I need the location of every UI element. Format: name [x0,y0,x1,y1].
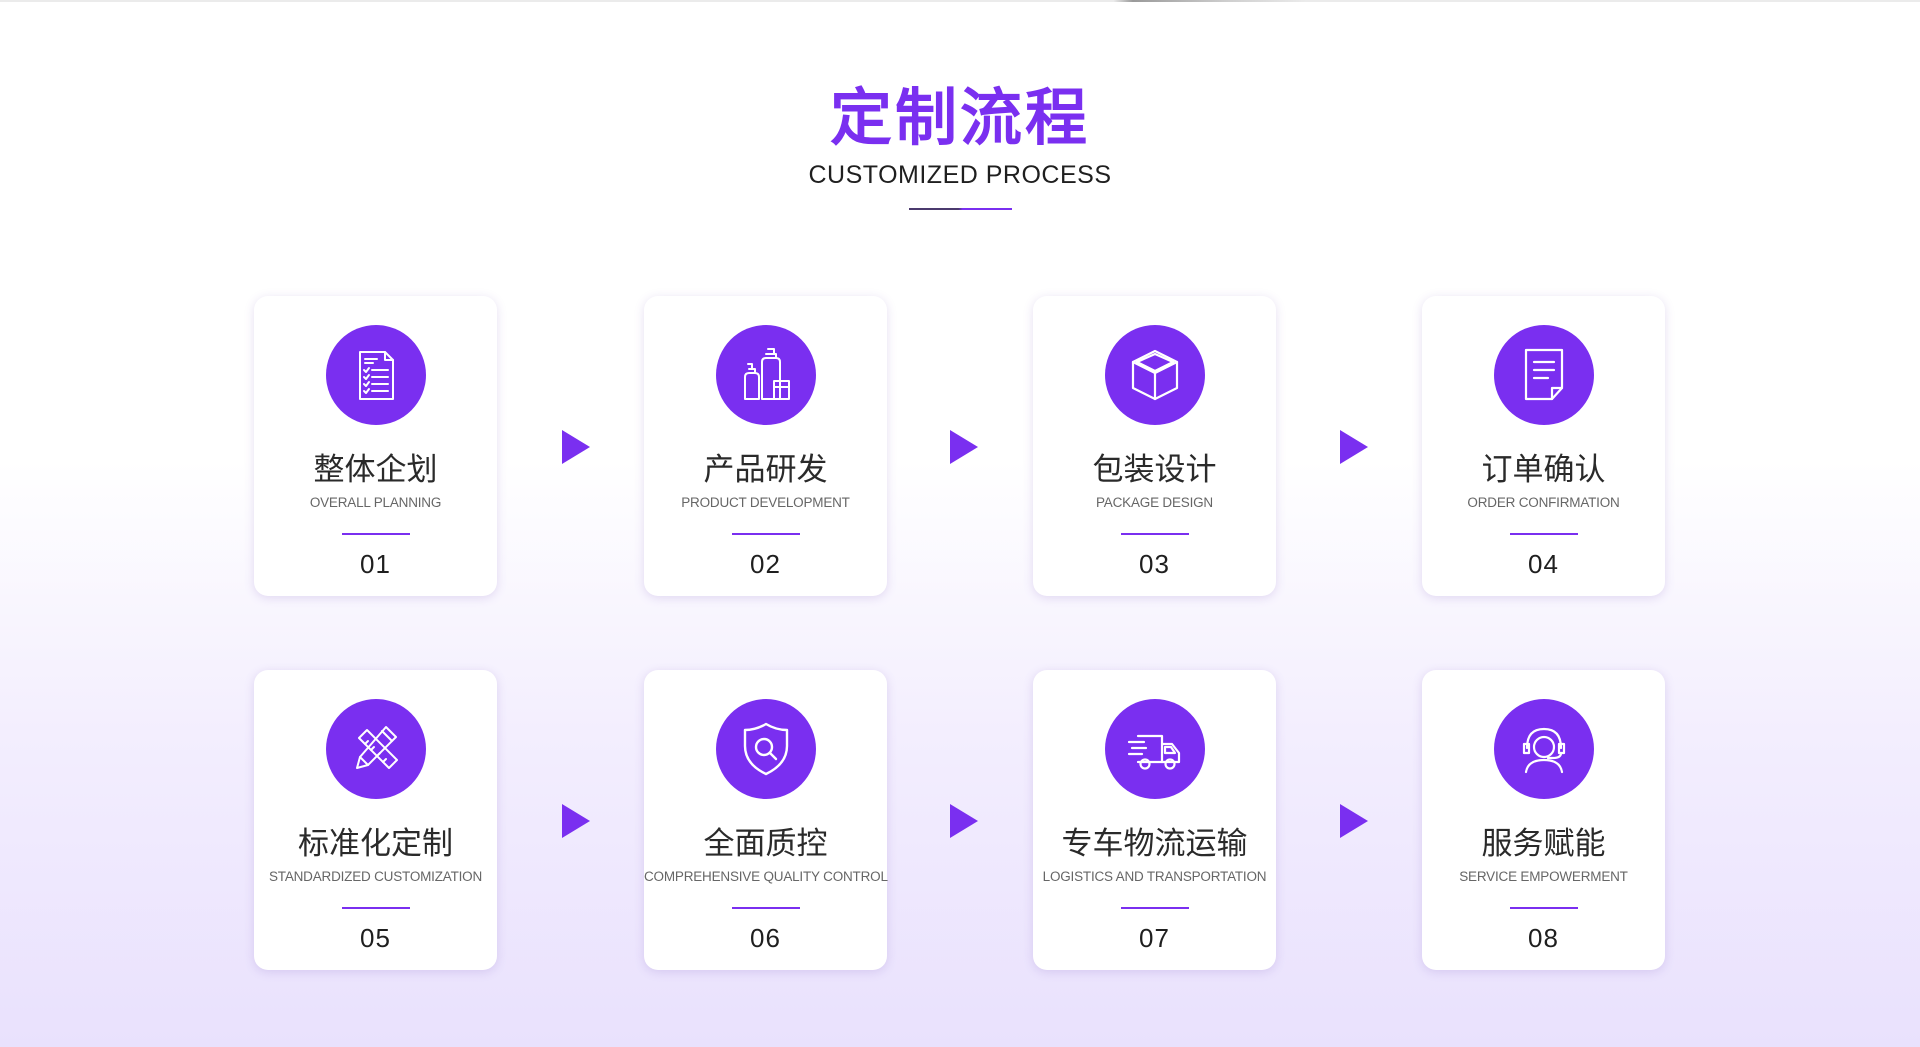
card-divider [1121,533,1189,535]
card-divider [342,907,410,909]
process-card-06: 全面质控 COMPREHENSIVE QUALITY CONTROL 06 [644,670,888,970]
section-header: 定制流程 CUSTOMIZED PROCESS [0,80,1920,190]
card-title: 标准化定制 [298,826,453,862]
card-title: 产品研发 [703,452,828,488]
process-card-03: 包装设计 PACKAGE DESIGN 03 [1033,296,1276,596]
arrow-right-icon [562,804,590,838]
card-divider [1510,907,1578,909]
arrow-right-icon [1340,804,1368,838]
card-subtitle: LOGISTICS AND TRANSPORTATION [1042,869,1267,884]
process-card-08: 服务赋能 SERVICE EMPOWERMENT 08 [1422,670,1665,970]
checklist-icon [326,325,426,425]
process-card-04: 订单确认 ORDER CONFIRMATION 04 [1422,296,1665,596]
card-title: 全面质控 [703,826,828,862]
card-divider [732,907,800,909]
title-underline [909,208,1012,210]
card-number: 05 [360,923,391,953]
document-icon [1494,325,1594,425]
page-title: 定制流程 [829,81,1090,154]
card-number: 07 [1139,923,1170,953]
card-number: 02 [750,549,781,579]
card-subtitle: COMPREHENSIVE QUALITY CONTROL [644,869,888,884]
page-subtitle: CUSTOMIZED PROCESS [808,161,1112,189]
card-subtitle: PACKAGE DESIGN [1096,495,1213,510]
card-title: 包装设计 [1092,452,1217,488]
card-divider [1510,533,1578,535]
card-number: 04 [1528,549,1559,579]
card-title: 订单确认 [1481,452,1606,488]
arrow-right-icon [562,430,590,464]
card-number: 06 [750,923,781,953]
shield-search-icon [716,699,816,799]
card-title: 整体企划 [313,452,438,488]
card-title: 服务赋能 [1481,826,1606,862]
arrow-right-icon [950,804,978,838]
card-number: 01 [360,549,391,579]
card-subtitle: STANDARDIZED CUSTOMIZATION [268,869,483,884]
process-card-07: 专车物流运输 LOGISTICS AND TRANSPORTATION 07 [1033,670,1276,970]
top-divider [0,0,1920,2]
process-card-01: 整体企划 OVERALL PLANNING 01 [254,296,497,596]
card-number: 03 [1139,549,1170,579]
card-number: 08 [1528,923,1559,953]
card-divider [1121,907,1189,909]
arrow-right-icon [950,430,978,464]
card-subtitle: SERVICE EMPOWERMENT [1459,869,1628,884]
headset-icon [1494,699,1594,799]
card-divider [732,533,800,535]
bottles-icon [716,325,816,425]
pencil-ruler-icon [326,699,426,799]
arrow-right-icon [1340,430,1368,464]
card-subtitle: ORDER CONFIRMATION [1467,495,1620,510]
card-title: 专车物流运输 [1061,826,1248,862]
card-subtitle: OVERALL PLANNING [309,495,442,510]
card-subtitle: PRODUCT DEVELOPMENT [681,495,850,510]
card-divider [342,533,410,535]
process-card-02: 产品研发 PRODUCT DEVELOPMENT 02 [644,296,887,596]
process-card-05: 标准化定制 STANDARDIZED CUSTOMIZATION 05 [254,670,497,970]
box-icon [1105,325,1205,425]
truck-icon [1105,699,1205,799]
